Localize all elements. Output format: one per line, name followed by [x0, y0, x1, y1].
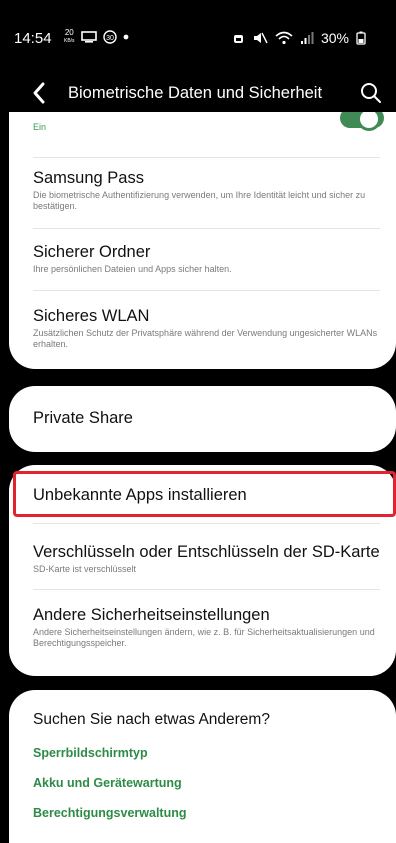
setting-subtitle: Die biometrische Authentifizierung verwe…	[33, 190, 366, 211]
notification-badge-icon: 30	[102, 30, 117, 44]
setting-private-share[interactable]: Private Share	[33, 408, 380, 428]
battery-percent: 30%	[320, 30, 349, 46]
security-card-3: Unbekannte Apps installieren Verschlüsse…	[9, 465, 396, 676]
security-card-1: Ein Samsung Pass Die biometrische Authen…	[9, 112, 396, 369]
setting-title: Sicheres WLAN	[33, 307, 150, 325]
chevron-left-icon	[33, 82, 45, 104]
link-battery-device-care[interactable]: Akku und Gerätewartung	[33, 776, 182, 790]
setting-title: Sicherer Ordner	[33, 243, 151, 261]
screen-cast-icon	[80, 31, 97, 43]
setting-title: Private Share	[33, 409, 133, 427]
back-button[interactable]	[28, 78, 52, 108]
toggle-state-label: Ein	[33, 122, 47, 132]
feature-toggle[interactable]	[340, 112, 384, 131]
looking-for-something-else-card: Suchen Sie nach etwas Anderem? Sperrbild…	[9, 690, 396, 843]
setting-title: Andere Sicherheitseinstellungen	[33, 606, 270, 624]
setting-subtitle: SD-Karte ist verschlüsselt	[33, 564, 137, 574]
section-heading: Suchen Sie nach etwas Anderem?	[33, 711, 270, 728]
status-left-icons: 20 KB/s 30	[64, 29, 129, 45]
toggle-knob	[357, 112, 381, 131]
status-right-icons: 30%	[232, 30, 366, 46]
status-time: 14:54	[14, 30, 52, 47]
setting-samsung-pass[interactable]: Samsung Pass Die biometrische Authentifi…	[33, 168, 380, 212]
network-speed-value: 20	[64, 28, 74, 37]
signal-icon	[300, 32, 314, 44]
link-permission-manager[interactable]: Berechtigungsverwaltung	[33, 806, 187, 820]
wifi-icon	[275, 31, 293, 45]
setting-install-unknown-apps[interactable]: Unbekannte Apps installieren	[33, 485, 380, 505]
search-icon	[361, 83, 381, 103]
setting-title: Samsung Pass	[33, 169, 144, 187]
setting-subtitle: Ihre persönlichen Dateien und Apps siche…	[33, 264, 232, 274]
mute-icon	[253, 32, 268, 44]
search-button[interactable]	[358, 80, 384, 106]
divider	[33, 228, 380, 229]
network-speed-indicator: 20 KB/s	[64, 29, 75, 45]
setting-title: Unbekannte Apps installieren	[33, 486, 247, 504]
private-share-card: Private Share	[9, 386, 396, 452]
alarm-icon	[233, 34, 243, 43]
divider	[33, 157, 380, 158]
setting-subtitle: Zusätzlichen Schutz der Privatsphäre wäh…	[33, 328, 378, 349]
setting-title: Verschlüsseln oder Entschlüsseln der SD-…	[33, 543, 380, 561]
setting-sd-card-encryption[interactable]: Verschlüsseln oder Entschlüsseln der SD-…	[33, 542, 380, 575]
battery-icon	[356, 31, 366, 45]
setting-secure-folder[interactable]: Sicherer Ordner Ihre persönlichen Dateie…	[33, 242, 380, 275]
dot-icon	[123, 34, 128, 40]
page-title: Biometrische Daten und Sicherheit	[68, 84, 323, 102]
link-lock-screen-type[interactable]: Sperrbildschirmtyp	[33, 746, 148, 760]
setting-secure-wifi[interactable]: Sicheres WLAN Zusätzlichen Schutz der Pr…	[33, 306, 380, 350]
status-bar: 14:54 20 KB/s 30 30%	[0, 0, 396, 72]
setting-other-security[interactable]: Andere Sicherheitseinstellungen Andere S…	[33, 605, 380, 649]
setting-subtitle: Andere Sicherheitseinstellungen ändern, …	[33, 627, 375, 648]
network-speed-unit: KB/s	[64, 38, 75, 44]
divider	[33, 523, 380, 524]
divider	[33, 589, 380, 590]
divider	[33, 290, 380, 291]
app-bar: Biometrische Daten und Sicherheit	[0, 72, 396, 116]
svg-text:30: 30	[106, 35, 114, 42]
